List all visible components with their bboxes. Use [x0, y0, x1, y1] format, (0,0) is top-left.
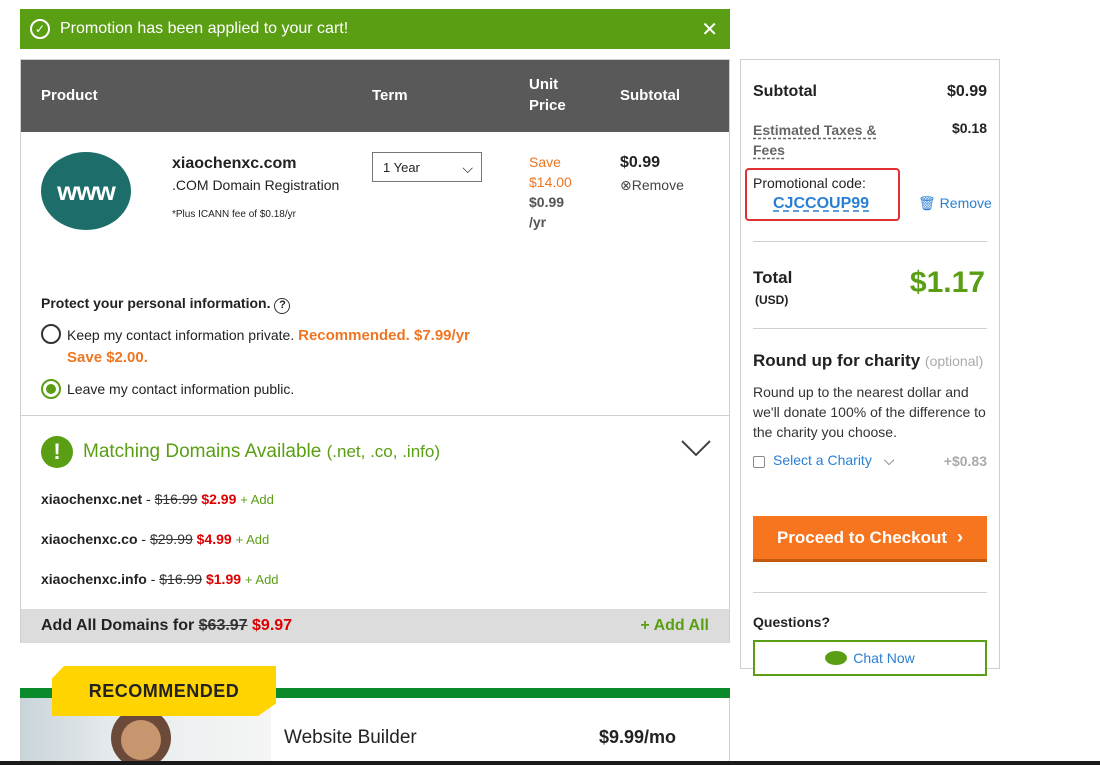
- recommended-price: $9.99/mo: [599, 727, 677, 747]
- help-icon[interactable]: ?: [274, 298, 291, 314]
- chevron-down-icon: ⌵: [883, 452, 895, 468]
- domain-name: xiaochenxc.com: [172, 155, 297, 172]
- add-all-bar: Add All Domains for $63.97 $9.97 + Add A…: [21, 609, 729, 643]
- cart-table: Product Term Unit Price Subtotal www xia…: [20, 59, 730, 643]
- save-amount: $14.00: [529, 174, 572, 190]
- suggestion-new-price: $2.99: [201, 491, 237, 507]
- matching-title-text: Matching Domains Available: [83, 441, 322, 462]
- banner-message: Promotion has been applied to your cart!: [60, 20, 349, 37]
- suggestion-row: xiaochenxc.net - $16.99 $2.99 + Add: [41, 491, 274, 507]
- promo-label: Promotional code:: [753, 175, 866, 191]
- matching-domains-title: Matching Domains Available (.net, .co, .…: [83, 441, 440, 463]
- suggestion-row: xiaochenxc.info - $16.99 $1.99 + Add: [41, 571, 279, 587]
- recommended-title: Website Builder: [284, 727, 417, 748]
- suggestion-old-price: $16.99: [154, 491, 198, 507]
- subtotal-label: Subtotal: [753, 83, 817, 100]
- add-all-button[interactable]: + Add All: [640, 617, 709, 635]
- suggestion-row: xiaochenxc.co - $29.99 $4.99 + Add: [41, 531, 270, 547]
- chevron-down-icon[interactable]: [681, 438, 711, 458]
- add-all-old-price: $63.97: [198, 617, 248, 634]
- chevron-down-icon: ⌵: [462, 160, 473, 176]
- divider: [753, 328, 987, 329]
- item-subtotal: $0.99: [620, 154, 661, 171]
- remove-label: Remove: [631, 177, 684, 193]
- suggestion-new-price: $4.99: [196, 531, 232, 547]
- privacy-title: Protect your personal information.?: [41, 295, 291, 314]
- privacy-title-text: Protect your personal information.: [41, 295, 271, 311]
- chat-bubble-icon: [825, 651, 848, 665]
- total-label: Total: [753, 268, 793, 287]
- select-charity-label: Select a Charity: [773, 452, 872, 468]
- charity-amount: +$0.83: [943, 453, 987, 469]
- subtotal-value: $0.99: [946, 83, 987, 100]
- chat-label: Chat Now: [853, 650, 915, 666]
- charity-optional: (optional): [924, 353, 984, 369]
- divider: [753, 592, 987, 593]
- add-all-label: Add All Domains for $63.97 $9.97: [41, 617, 292, 635]
- check-circle-icon: ✓: [30, 19, 50, 39]
- term-value: 1 Year: [383, 160, 420, 175]
- questions-label: Questions?: [753, 614, 831, 630]
- divider: [21, 415, 729, 416]
- radio-private[interactable]: [41, 324, 61, 344]
- chevron-right-icon: ›: [957, 527, 964, 547]
- divider: [753, 241, 987, 242]
- charity-title: Round up for charity (optional): [753, 351, 983, 371]
- domain-type: .COM Domain Registration: [172, 177, 340, 193]
- suggestion-name: xiaochenxc.info: [41, 571, 147, 587]
- trash-icon: 🗑: [918, 195, 936, 211]
- add-suggestion-button[interactable]: + Add: [240, 492, 274, 507]
- save-label: Save: [529, 154, 561, 170]
- exclamation-icon: !: [41, 436, 73, 468]
- select-charity-dropdown[interactable]: Select a Charity ⌵: [773, 452, 894, 469]
- chat-now-button[interactable]: Chat Now: [753, 640, 987, 676]
- add-all-text: Add All Domains for: [41, 617, 195, 634]
- checkout-label: Proceed to Checkout: [776, 527, 948, 547]
- www-logo-icon: www: [41, 152, 131, 230]
- bottom-edge: [0, 761, 1100, 765]
- promo-code[interactable]: CJCCOUP99: [773, 195, 869, 213]
- promo-remove-button[interactable]: 🗑 Remove: [918, 195, 992, 212]
- header-term: Term: [372, 87, 408, 104]
- radio-public[interactable]: [41, 379, 61, 399]
- remove-item-button[interactable]: ⊗Remove: [620, 177, 684, 194]
- term-select[interactable]: 1 Year ⌵: [372, 152, 482, 182]
- add-suggestion-button[interactable]: + Add: [236, 532, 270, 547]
- add-all-new-price: $9.97: [252, 617, 293, 634]
- suggestion-old-price: $16.99: [159, 571, 203, 587]
- close-icon[interactable]: ✕: [701, 17, 718, 42]
- option-private-recommended: Recommended. $7.99/yr: [298, 327, 470, 344]
- total-currency: (USD): [755, 293, 789, 307]
- option-public[interactable]: Leave my contact information public.: [67, 381, 294, 397]
- matching-tlds: (.net, .co, .info): [326, 442, 441, 461]
- order-summary: Subtotal $0.99 Estimated Taxes & Fees $0…: [740, 59, 1000, 676]
- add-suggestion-button[interactable]: + Add: [245, 572, 279, 587]
- recommended-badge: RECOMMENDED: [52, 666, 276, 716]
- header-product: Product: [41, 87, 98, 104]
- header-unit-price-1: Unit: [529, 76, 559, 93]
- cart-header: Product Term Unit Price Subtotal: [21, 60, 729, 132]
- charity-description: Round up to the nearest dollar and we'll…: [753, 384, 986, 440]
- remove-circle-icon: ⊗: [620, 177, 632, 193]
- charity-checkbox[interactable]: [753, 456, 765, 468]
- header-subtotal: Subtotal: [620, 87, 680, 104]
- promo-remove-label: Remove: [939, 195, 992, 211]
- proceed-to-checkout-button[interactable]: Proceed to Checkout ›: [753, 516, 987, 562]
- icann-fee-note: *Plus ICANN fee of $0.18/yr: [172, 209, 296, 220]
- promotion-banner: ✓ Promotion has been applied to your car…: [20, 9, 730, 49]
- option-private-label: Keep my contact information private.: [67, 327, 295, 343]
- total-value: $1.17: [909, 266, 985, 299]
- tax-value: $0.18: [951, 120, 987, 136]
- unit-price: $0.99: [529, 194, 565, 210]
- option-private-save: Save $2.00.: [67, 349, 148, 366]
- tax-label[interactable]: Estimated Taxes & Fees: [753, 120, 893, 160]
- suggestion-name: xiaochenxc.net: [41, 491, 143, 507]
- suggestion-name: xiaochenxc.co: [41, 531, 138, 547]
- unit-price-period: /yr: [529, 214, 547, 230]
- suggestion-old-price: $29.99: [149, 531, 193, 547]
- option-private[interactable]: Keep my contact information private. Rec…: [67, 327, 470, 344]
- charity-title-text: Round up for charity: [753, 351, 921, 370]
- header-unit-price-2: Price: [529, 97, 566, 114]
- suggestion-new-price: $1.99: [205, 571, 242, 587]
